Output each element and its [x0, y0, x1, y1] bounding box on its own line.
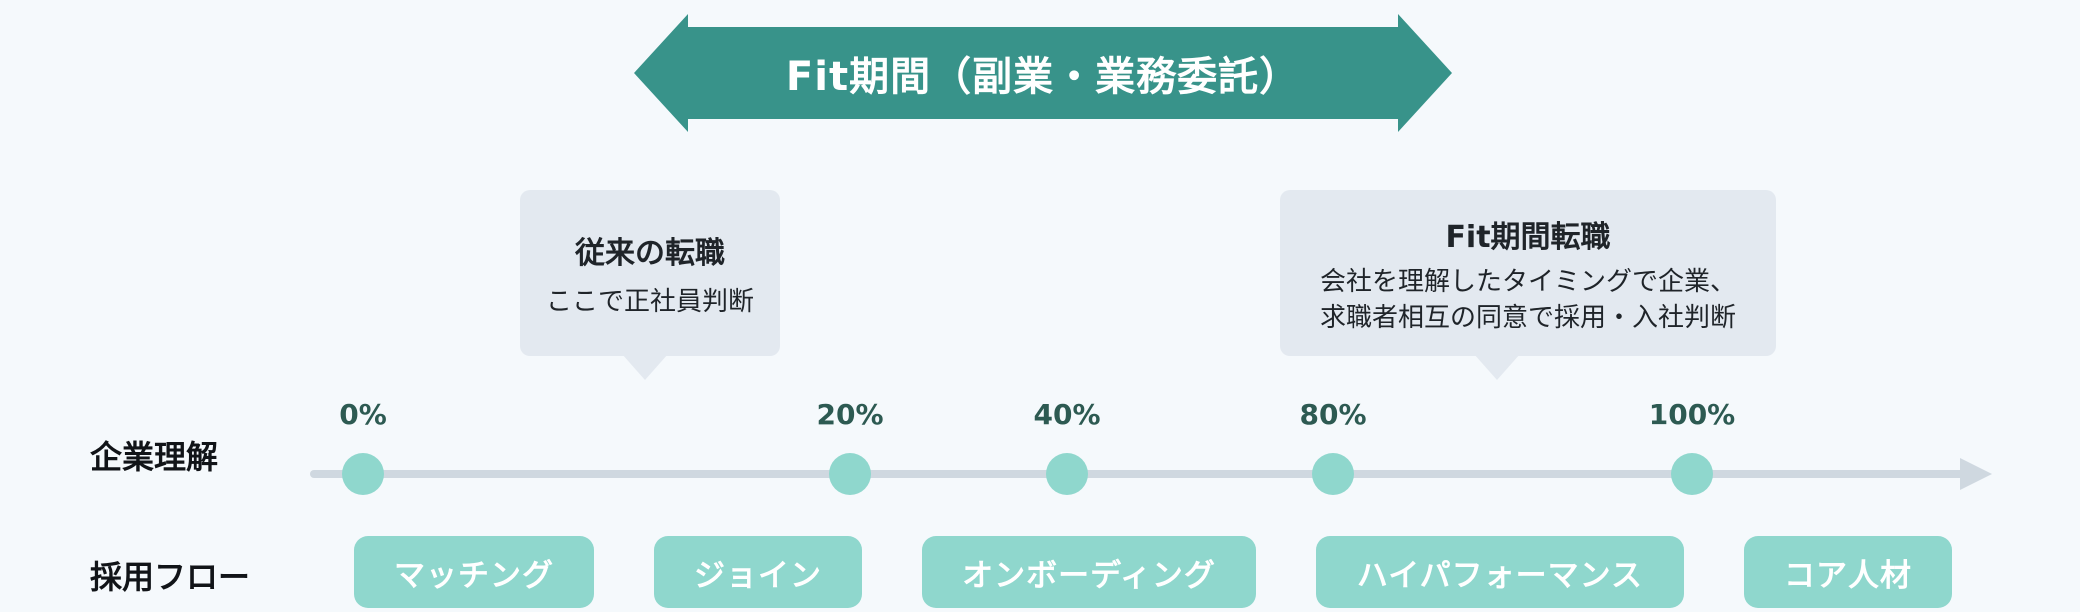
milestone-dot-80 [1312, 453, 1354, 495]
flow-step-high-performance: ハイパフォーマンス [1316, 536, 1684, 608]
milestone-dot-40 [1046, 453, 1088, 495]
row-label-understanding: 企業理解 [90, 438, 219, 476]
understanding-axis [310, 470, 1970, 478]
callout-traditional-body: ここで正社員判断 [545, 287, 754, 317]
callout-fit-body-line-2: 求職者相互の同意で採用・入社判断 [1319, 303, 1736, 333]
flow-step-onboarding: オンボーディング [922, 536, 1256, 608]
row-label-flow: 採用フロー [90, 558, 251, 596]
callout-fit: Fit期間転職 会社を理解したタイミングで企業、 求職者相互の同意で採用・入社判… [1280, 190, 1776, 382]
flow-step-core-talent: コア人材 [1744, 536, 1952, 608]
milestone-label-40: 40% [1033, 398, 1101, 431]
milestone-label-0: 0% [339, 398, 387, 431]
flow-step-matching: マッチング [354, 536, 594, 608]
axis-arrow-icon [1960, 458, 1992, 490]
fit-period-banner: Fit期間（副業・業務委託） [634, 14, 1452, 132]
milestone-label-100: 100% [1648, 398, 1736, 431]
callout-fit-body-line-1: 会社を理解したタイミングで企業、 [1319, 267, 1736, 297]
milestone-label-20: 20% [816, 398, 884, 431]
callout-fit-title: Fit期間転職 [1445, 220, 1611, 255]
callout-traditional: 従来の転職 ここで正社員判断 [520, 190, 780, 382]
milestone-dot-0 [342, 453, 384, 495]
banner-title: Fit期間（副業・業務委託） [785, 54, 1301, 100]
callout-traditional-title: 従来の転職 [575, 236, 725, 271]
milestone-dot-20 [829, 453, 871, 495]
milestone-label-80: 80% [1299, 398, 1367, 431]
milestone-dot-100 [1671, 453, 1713, 495]
flow-step-join: ジョイン [654, 536, 862, 608]
